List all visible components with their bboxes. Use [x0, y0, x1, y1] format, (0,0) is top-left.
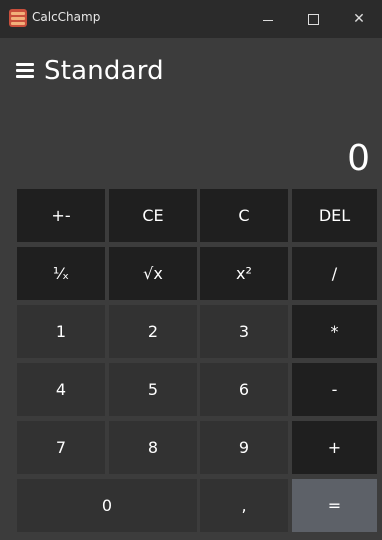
- digit-1-button[interactable]: 1: [17, 305, 105, 358]
- digit-0-button[interactable]: 0: [17, 479, 197, 532]
- maximize-button[interactable]: [290, 0, 336, 38]
- clear-entry-button[interactable]: CE: [109, 189, 197, 242]
- app-icon: [9, 9, 27, 27]
- title-bar: CalcChamp ✕: [0, 0, 382, 38]
- square-root-button[interactable]: √x: [109, 247, 197, 300]
- digit-2-button[interactable]: 2: [109, 305, 197, 358]
- square-button[interactable]: x²: [200, 247, 288, 300]
- delete-button[interactable]: DEL: [292, 189, 377, 242]
- result-display: 0: [347, 138, 370, 179]
- negate-button[interactable]: +-: [17, 189, 105, 242]
- digit-3-button[interactable]: 3: [200, 305, 288, 358]
- digit-4-button[interactable]: 4: [17, 363, 105, 416]
- subtract-button[interactable]: -: [292, 363, 377, 416]
- hamburger-menu-icon[interactable]: [16, 63, 36, 81]
- digit-6-button[interactable]: 6: [200, 363, 288, 416]
- window-title: CalcChamp: [32, 10, 101, 24]
- clear-button[interactable]: C: [200, 189, 288, 242]
- minimize-button[interactable]: [245, 0, 291, 38]
- digit-8-button[interactable]: 8: [109, 421, 197, 474]
- digit-9-button[interactable]: 9: [200, 421, 288, 474]
- minimize-icon: [263, 19, 273, 21]
- close-icon: ✕: [353, 11, 365, 27]
- equals-button[interactable]: =: [292, 479, 377, 532]
- digit-5-button[interactable]: 5: [109, 363, 197, 416]
- maximize-icon: [307, 13, 319, 25]
- decimal-separator-button[interactable]: ,: [200, 479, 288, 532]
- keypad: +- CE C DEL ¹⁄ₓ √x x² / 1 2 3 * 4 5 6 - …: [17, 189, 377, 536]
- reciprocal-button[interactable]: ¹⁄ₓ: [17, 247, 105, 300]
- digit-7-button[interactable]: 7: [17, 421, 105, 474]
- multiply-button[interactable]: *: [292, 305, 377, 358]
- divide-button[interactable]: /: [292, 247, 377, 300]
- add-button[interactable]: +: [292, 421, 377, 474]
- close-button[interactable]: ✕: [336, 0, 382, 38]
- mode-title: Standard: [44, 56, 164, 86]
- calculator-window: CalcChamp ✕ Standard 0 +- CE C DEL ¹⁄ₓ √…: [0, 0, 382, 540]
